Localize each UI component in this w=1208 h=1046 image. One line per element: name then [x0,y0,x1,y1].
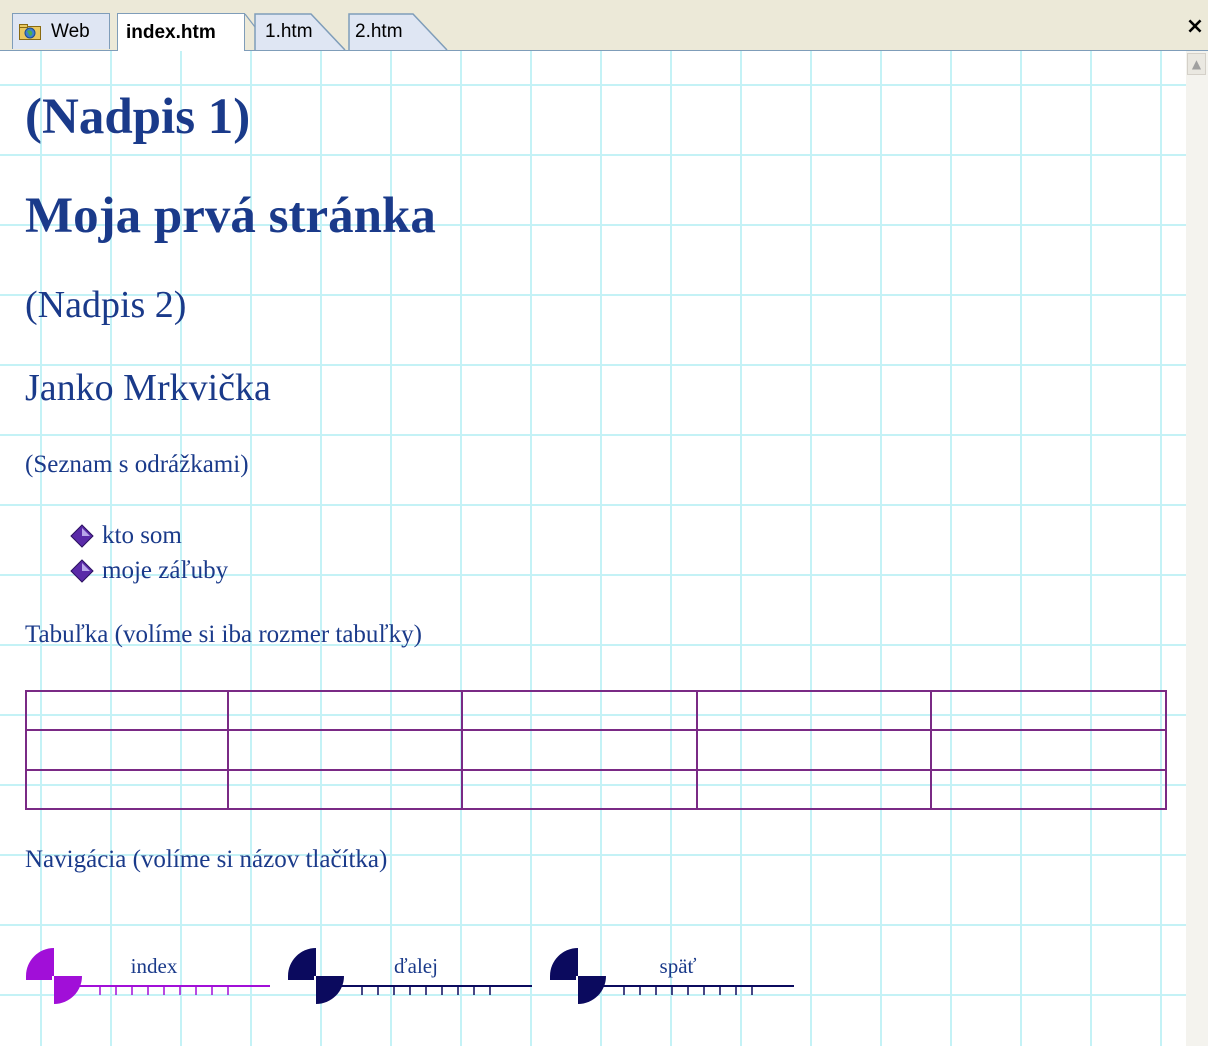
empty-table[interactable] [25,689,1167,811]
diamond-bullet-icon [70,558,94,583]
list-item-label: moje záľuby [102,556,229,584]
table-cell[interactable] [695,729,933,771]
bullet-list-caption[interactable]: (Seznam s odrážkami) [25,451,249,479]
table-cell[interactable] [461,729,698,771]
table-cell[interactable] [930,689,1167,732]
nav-button-label: späť [659,954,697,978]
tab-1-htm-label: 1.htm [265,20,313,42]
heading-1-placeholder[interactable]: (Nadpis 1) [25,88,250,146]
tab-index-htm[interactable]: index.htm [117,13,245,51]
nav-button-label: index [130,954,178,978]
table-cell[interactable] [25,689,229,732]
list-item[interactable]: moje záľuby [70,553,228,588]
table-cell[interactable] [226,768,464,811]
tab-1-htm[interactable]: 1.htm [244,13,349,51]
bullet-list: kto som moje záľuby [70,518,228,588]
table-cell[interactable] [461,768,698,811]
list-item[interactable]: kto som [70,518,228,553]
heading-2-placeholder[interactable]: (Nadpis 2) [25,283,186,327]
table-cell[interactable] [695,689,933,732]
table-cell[interactable] [695,768,933,811]
vertical-scrollbar[interactable]: ▲ [1186,51,1208,1046]
editor-design-canvas[interactable]: (Nadpis 1) Moja prvá stránka (Nadpis 2) … [0,51,1186,1046]
web-folder-icon [19,23,41,40]
table-cell[interactable] [25,768,229,811]
nav-button-label: ďalej [394,954,438,978]
nav-button-spat[interactable]: späť [550,946,794,1006]
table-cell[interactable] [25,729,229,771]
diamond-bullet-icon [70,523,94,548]
table-cell[interactable] [930,768,1167,811]
heading-1-title[interactable]: Moja prvá stránka [25,187,436,245]
scroll-up-arrow-icon[interactable]: ▲ [1187,53,1206,75]
tab-index-htm-label: index.htm [126,21,216,43]
table-row [25,729,1167,771]
table-row [25,689,1167,732]
document-tab-bar: Web index.htm 1.htm 2.htm × [0,0,1208,51]
tab-2-htm-label: 2.htm [355,20,403,42]
list-item-label: kto som [102,521,182,549]
tab-2-htm[interactable]: 2.htm [335,13,450,51]
close-icon: × [1185,13,1205,39]
table-cell[interactable] [226,729,464,771]
table-cell[interactable] [461,689,698,732]
nav-button-dalej[interactable]: ďalej [288,946,532,1006]
table-cell[interactable] [930,729,1167,771]
tab-web-label: Web [51,20,90,42]
heading-2-name[interactable]: Janko Mrkvička [25,366,271,410]
table-cell[interactable] [226,689,464,732]
navigation-caption[interactable]: Navigácia (volíme si názov tlačítka) [25,846,387,874]
table-caption[interactable]: Tabuľka (volíme si iba rozmer tabuľky) [25,621,422,649]
nav-button-index[interactable]: index [26,946,270,1006]
table-row [25,768,1167,811]
close-document-button[interactable]: × [1184,13,1206,39]
tab-web[interactable]: Web [12,13,110,49]
